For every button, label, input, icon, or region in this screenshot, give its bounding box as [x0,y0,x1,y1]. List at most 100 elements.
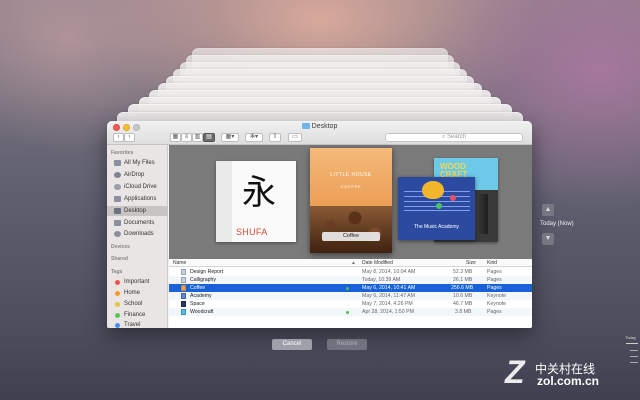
table-row[interactable]: Calligraphy Today, 10:39 AM 26.1 MB Page… [169,276,532,284]
column-view-icon: ▥ [194,134,201,140]
sidebar-item-documents[interactable]: Documents [107,218,168,228]
tag-color-dot [115,322,120,328]
coffee-title-line1: LITTLE HOUSE [330,172,372,178]
table-row[interactable]: Design Report May 8, 2014, 10:04 AM 52.3… [169,268,532,276]
tag-button[interactable]: ▭ [288,133,302,142]
title-bar: Desktop ‹ › ▦ ≡ ▥ ▤ ▦▾ ✻▾ ⇧ ▭ ⌕ Search [107,121,532,145]
cover-shufa[interactable]: 永 SHUFA [216,161,296,242]
shufa-left-strip [216,161,232,242]
file-icon [181,285,186,291]
sort-indicator-icon: ▲ [351,260,356,266]
current-snapshot-label: Today (Now) [540,221,574,227]
music-note [450,195,456,201]
search-icon: ⌕ [441,134,446,140]
timeline-label: Today [625,335,636,340]
sidebar-item-all-my-files[interactable]: All My Files [107,158,168,168]
sidebar-item-applications[interactable]: Applications [107,194,168,204]
timemachine-back-arrow[interactable]: ▲ [542,204,554,216]
timeline-tick [630,356,638,357]
back-icon: ‹ [117,134,120,140]
file-icon [181,293,186,299]
applications-icon [114,196,121,202]
sidebar-tag-important[interactable]: Important [107,277,168,287]
tag-color-dot [115,301,120,307]
list-view-button[interactable]: ≡ [181,133,192,142]
list-header: Name ▲ Date Modified Size Kind [169,259,532,267]
devices-header[interactable]: Devices [111,244,130,250]
shared-header[interactable]: Shared [111,256,128,262]
window-title: Desktop [107,123,532,130]
tag-color-dot [115,279,120,285]
forward-icon: › [128,134,131,140]
file-icon [181,301,186,307]
timeline-tick [630,350,638,351]
tag-color-dot [115,312,120,318]
icon-view-button[interactable]: ▦ [170,133,181,142]
favorites-header: Favorites [111,150,134,156]
chevron-down-icon: ▼ [544,235,552,242]
column-view-button[interactable]: ▥ [192,133,203,142]
file-icon [181,309,186,315]
arrange-button[interactable]: ▦▾ [221,133,239,142]
file-icon [181,277,186,283]
file-list: Name ▲ Date Modified Size Kind Design Re… [169,259,532,328]
coffee-beans-photo [310,206,392,253]
watermark-logo: Z [505,354,525,390]
sidebar: Favorites All My Files AirDrop iCloud Dr… [107,145,168,328]
sidebar-item-icloud-drive[interactable]: iCloud Drive [107,182,168,192]
table-row[interactable]: Academy May 6, 2014, 11:47 AM 10.6 MB Ke… [169,292,532,300]
search-field[interactable]: ⌕ Search [385,133,523,142]
all-files-icon [114,160,121,166]
finder-window: Desktop ‹ › ▦ ≡ ▥ ▤ ▦▾ ✻▾ ⇧ ▭ ⌕ Search F… [107,121,532,328]
column-header-kind[interactable]: Kind [487,259,497,267]
sidebar-tag-finance[interactable]: Finance [107,310,168,320]
music-academy-title: The Music Academy [413,224,460,230]
tag-icon: ▭ [292,134,298,140]
restore-button[interactable]: Restore [327,339,367,350]
column-header-size[interactable]: Size [466,259,476,267]
downloads-icon [114,231,121,237]
sidebar-tag-home[interactable]: Home [107,288,168,298]
cover-flow-button[interactable]: ▤ [203,133,215,142]
back-button[interactable]: ‹ [113,133,124,142]
cancel-button[interactable]: Cancel [272,339,312,350]
cover-flow-area: 永 SHUFA LITTLE HOUSE COFFEE Coffee WOOD … [169,145,532,259]
tag-color-dot [115,290,120,296]
desktop-icon [114,208,121,214]
sidebar-tag-school[interactable]: School [107,299,168,309]
airdrop-icon [114,172,121,178]
music-note [436,203,442,209]
cover-flow-icon: ▤ [206,134,212,140]
share-button[interactable]: ⇧ [269,133,281,142]
list-view-icon: ≡ [184,134,189,140]
documents-icon [114,220,121,226]
sidebar-item-downloads[interactable]: Downloads [107,229,168,239]
table-row[interactable]: Woodcraft Apr 28, 2014, 1:50 PM 3.8 MB P… [169,308,532,316]
table-row[interactable]: Space May 7, 2014, 4:26 PM 46.7 MB Keyno… [169,300,532,308]
sidebar-item-airdrop[interactable]: AirDrop [107,170,168,180]
forward-button[interactable]: › [124,133,135,142]
chevron-up-icon: ▲ [544,206,552,213]
icon-view-icon: ▦ [172,134,179,140]
shufa-brush-glyph: 永 [242,173,276,213]
sidebar-item-desktop[interactable]: Desktop [107,206,168,216]
action-button[interactable]: ✻▾ [245,133,263,142]
timemachine-forward-arrow[interactable]: ▼ [542,233,554,245]
music-bird [422,181,444,199]
column-header-date[interactable]: Date Modified [362,259,393,267]
watermark-url: zol.com.cn [537,374,600,388]
sidebar-tag-travel[interactable]: Travel [107,320,168,328]
file-icon [181,269,186,275]
share-icon: ⇧ [272,134,278,140]
watermark: Z 中关村在线 zol.com.cn [505,354,635,392]
tags-header[interactable]: Tags [111,269,122,275]
folder-icon [301,123,310,129]
cover-music-academy[interactable]: The Music Academy [398,177,475,240]
coffee-caption: Coffee [322,232,380,241]
arrange-icon: ▦▾ [225,134,235,140]
cover-coffee[interactable]: LITTLE HOUSE COFFEE Coffee [310,148,392,253]
table-row[interactable]: Coffee May 6, 2014, 10:41 AM 256.6 MB Pa… [169,284,532,292]
cloud-icon [114,184,121,190]
tag-dot-green [346,310,349,314]
column-header-name[interactable]: Name [173,259,186,267]
